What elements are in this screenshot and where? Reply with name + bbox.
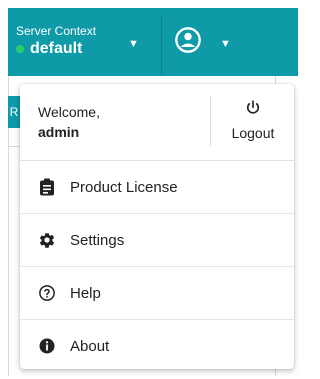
- account-circle-icon: [175, 27, 201, 53]
- menu-item-label: About: [70, 337, 110, 355]
- chevron-down-icon[interactable]: ▼: [128, 38, 139, 50]
- menu-item-label: Settings: [70, 231, 125, 249]
- menu-item-label: Product License: [70, 178, 178, 196]
- welcome-message: Welcome, admin: [38, 102, 100, 142]
- context-value-text: default: [30, 40, 83, 57]
- chevron-down-icon[interactable]: ▼: [220, 38, 231, 50]
- menu-item-product-license[interactable]: Product License: [20, 161, 294, 214]
- background-tab: R: [8, 96, 20, 128]
- account-menu-button[interactable]: [174, 26, 202, 59]
- status-dot: [16, 45, 24, 53]
- menu-divider: [210, 96, 211, 146]
- menu-item-settings[interactable]: Settings: [20, 214, 294, 267]
- info-icon: [38, 337, 56, 355]
- header-divider: [161, 16, 162, 76]
- server-context-value: default: [16, 40, 96, 58]
- menu-item-about[interactable]: About: [20, 320, 294, 372]
- server-context-selector[interactable]: Server Context default: [16, 24, 96, 58]
- menu-item-help[interactable]: Help: [20, 267, 294, 320]
- power-icon: [246, 100, 260, 114]
- welcome-text: Welcome,: [38, 104, 100, 120]
- welcome-row: Welcome, admin Logout: [20, 84, 294, 161]
- help-circle-icon: [38, 284, 56, 302]
- gear-icon: [38, 231, 56, 249]
- top-bar: Server Context default ▼ ▼: [8, 8, 298, 76]
- username: admin: [38, 124, 80, 140]
- server-context-title: Server Context: [16, 24, 97, 38]
- clipboard-icon: [38, 178, 56, 196]
- logout-button[interactable]: Logout: [222, 98, 284, 141]
- account-dropdown-menu: Welcome, admin Logout Product License Se…: [20, 84, 294, 369]
- logout-label: Logout: [231, 125, 275, 141]
- menu-item-label: Help: [70, 284, 101, 302]
